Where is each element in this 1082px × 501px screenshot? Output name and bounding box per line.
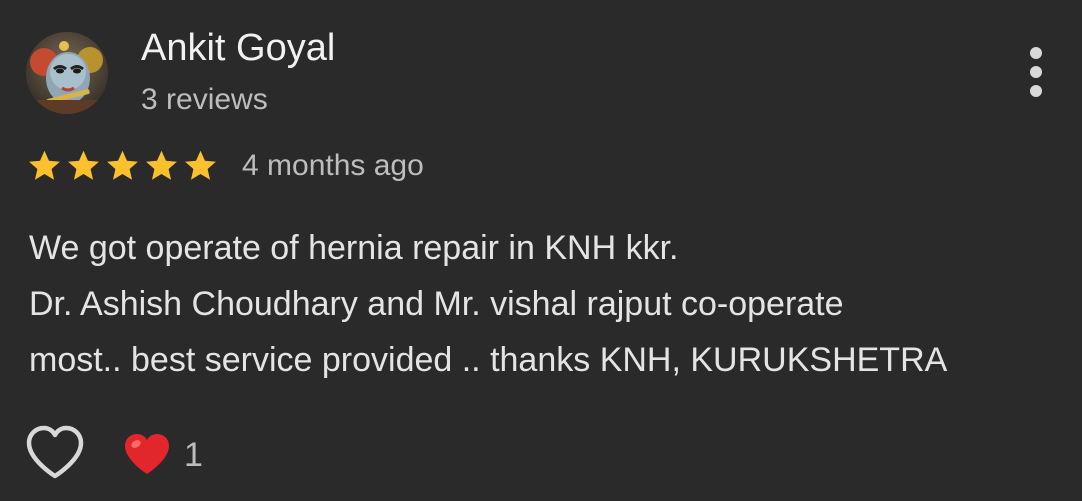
review-text: We got operate of hernia repair in KNH k…: [29, 220, 1074, 388]
red-heart-icon[interactable]: [123, 432, 171, 476]
more-vertical-icon-dot: [1030, 66, 1042, 78]
review-text-line: most.. best service provided .. thanks K…: [29, 341, 948, 379]
review-text-line: We got operate of hernia repair in KNH k…: [29, 229, 679, 267]
more-vertical-icon-dot: [1030, 85, 1042, 97]
star-icon: [65, 148, 102, 185]
star-icon: [143, 148, 180, 185]
review-text-line: Dr. Ashish Choudhary and Mr. vishal rajp…: [29, 285, 844, 323]
reviewer-review-count[interactable]: 3 reviews: [141, 80, 268, 120]
star-rating: [26, 148, 219, 185]
avatar-image: [26, 32, 108, 114]
red-heart-shape: [125, 434, 169, 474]
star-icon: [26, 148, 63, 185]
star-icon: [104, 148, 141, 185]
rating-row: 4 months ago: [26, 143, 424, 189]
avatar[interactable]: [26, 32, 108, 114]
reviewer-name[interactable]: Ankit Goyal: [141, 24, 335, 72]
more-options-button[interactable]: [1010, 40, 1062, 104]
more-vertical-icon: [1030, 47, 1042, 59]
review-time: 4 months ago: [242, 149, 424, 182]
review-card: Ankit Goyal 3 reviews 4 months ago We go…: [0, 0, 1082, 501]
heart-outline-icon: [26, 425, 84, 479]
reaction-count: 1: [184, 436, 203, 474]
like-button[interactable]: [24, 424, 86, 482]
star-icon: [182, 148, 219, 185]
